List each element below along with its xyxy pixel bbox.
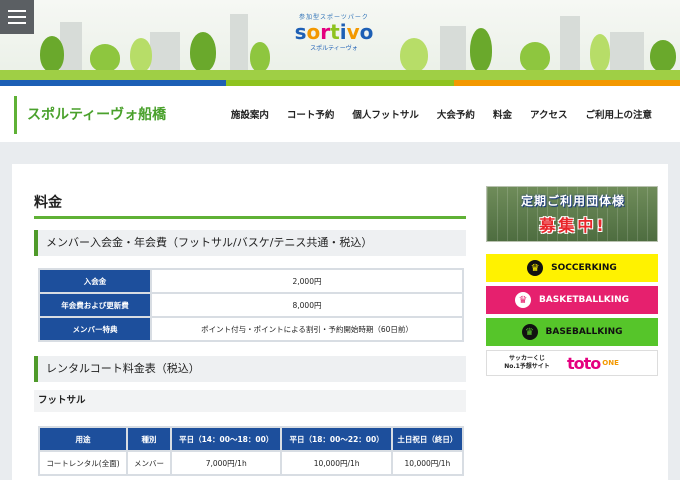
building-illustration [610,32,644,72]
column-header: 種別 [126,426,172,452]
menu-icon-line [8,10,26,12]
nav-usage-notes[interactable]: ご利用上の注意 [585,107,652,121]
table-row: コートレンタル(全面) メンバー 7,000円/1h 10,000円/1h 10… [38,450,465,476]
table-row: メンバー特典 ポイント付与・ポイントによる割引・予約開始時期（60日前） [38,316,464,342]
tree-illustration [130,38,152,72]
crown-icon: ♛ [514,292,531,308]
fee-label: メンバー特典 [38,316,152,342]
title-divider [34,216,466,219]
nav-individual-futsal[interactable]: 個人フットサル [352,107,419,121]
nav-access[interactable]: アクセス [530,107,568,121]
table-header-row: 用途 種別 平日（14：00〜18：00） 平日（18：00〜22：00） 土日… [38,426,465,452]
tree-illustration [190,32,216,72]
fee-label: 年会費および更新費 [38,292,152,318]
hamburger-menu-button[interactable] [0,0,34,34]
nav-tournament-booking[interactable]: 大会予約 [437,107,475,121]
baseballking-banner[interactable]: ♛ BASEBALLKING [486,318,658,346]
table-row: 入会金 2,000円 [38,268,464,294]
crown-icon: ♛ [527,260,544,276]
nav-facility[interactable]: 施設案内 [231,107,269,121]
table-cell: コートレンタル(全面) [38,450,128,476]
fee-value: 2,000円 [150,268,464,294]
column-header: 土日祝日（終日） [390,426,465,452]
table-row: 年会費および更新費 8,000円 [38,292,464,318]
building-illustration [560,16,580,72]
column-header: 平日（14：00〜18：00） [169,426,283,452]
sortivo-logo[interactable]: 参加型スポーツパーク sortivo スポルティーヴォ [286,12,382,68]
basketballking-banner[interactable]: ♛ BASKETBALLKING [486,286,658,314]
toto-caption: サッカーくじ No.1予想サイト [504,355,550,370]
futsal-subheading: フットサル [34,390,466,412]
main-nav: 施設案内 コート予約 個人フットサル 大会予約 料金 アクセス ご利用上の注意 [231,86,652,142]
tree-illustration [590,34,610,72]
recruit-line1: 定期ご利用団体様 [520,194,625,208]
soccerking-label: SOCCERKING [551,263,617,273]
fee-label: 入会金 [38,268,152,294]
tree-illustration [90,44,120,72]
menu-icon-line [8,16,26,18]
team-recruitment-banner[interactable]: 定期ご利用団体様 募集中! [486,186,658,242]
building-illustration [230,14,248,72]
site-header: スポルティーヴォ船橋 施設案内 コート予約 個人フットサル 大会予約 料金 アク… [0,86,680,142]
page-title: 料金 [34,195,62,211]
rental-fee-table: 用途 種別 平日（14：00〜18：00） 平日（18：00〜22：00） 土日… [38,426,465,476]
toto-logo: toto [567,353,601,373]
soccerking-banner[interactable]: ♛ SOCCERKING [486,254,658,282]
tree-illustration [40,36,64,72]
tree-illustration [250,42,270,72]
hero-banner: 参加型スポーツパーク sortivo スポルティーヴォ [0,0,680,86]
grass-strip [0,70,680,80]
building-illustration [440,26,466,72]
tree-illustration [470,28,492,72]
logo-wordmark: sortivo [294,20,374,44]
table-cell: 10,000円/1h [390,450,465,476]
nav-court-booking[interactable]: コート予約 [287,107,335,121]
basketballking-label: BASKETBALLKING [538,295,630,305]
site-title[interactable]: スポルティーヴォ船橋 [14,96,166,134]
recruit-line2: 募集中! [539,216,607,235]
menu-icon-line [8,22,26,24]
baseballking-label: BASEBALLKING [545,327,623,337]
toto-one-banner[interactable]: サッカーくじ No.1予想サイト toto ONE [486,350,658,376]
section-membership-heading: メンバー入会金・年会費（フットサル/バスケ/テニス共通・税込） [34,230,466,256]
table-cell: 7,000円/1h [169,450,283,476]
fee-value: ポイント付与・ポイントによる割引・予約開始時期（60日前） [150,316,464,342]
section-rental-heading: レンタルコート料金表（税込） [34,356,466,382]
toto-one-logo: ONE [602,359,619,367]
nav-pricing[interactable]: 料金 [493,107,512,121]
tree-illustration [520,42,550,72]
tree-illustration [400,38,428,72]
crown-icon: ♛ [521,324,538,340]
column-header: 平日（18：00〜22：00） [280,426,393,452]
building-illustration [150,32,180,72]
table-cell: 10,000円/1h [280,450,393,476]
tree-illustration [650,40,676,72]
logo-subtitle: スポルティーヴォ [310,45,358,52]
main-content: 料金 メンバー入会金・年会費（フットサル/バスケ/テニス共通・税込） 入会金 2… [12,164,668,480]
table-cell: メンバー [126,450,172,476]
column-header: 用途 [38,426,128,452]
membership-fee-table: 入会金 2,000円 年会費および更新費 8,000円 メンバー特典 ポイント付… [38,268,464,342]
fee-value: 8,000円 [150,292,464,318]
